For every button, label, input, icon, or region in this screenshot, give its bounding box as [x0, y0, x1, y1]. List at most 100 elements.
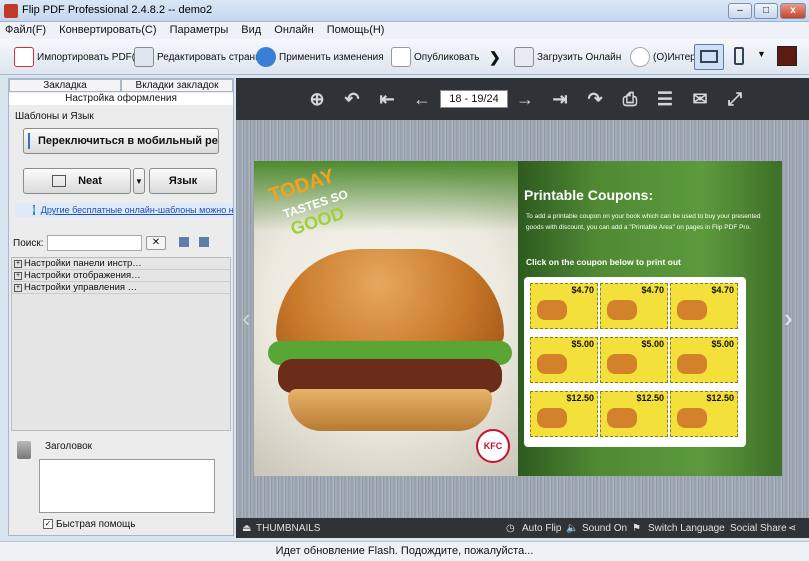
burger-top-bun: [276, 249, 504, 349]
zoom-in-icon[interactable]: ⊕: [306, 88, 328, 110]
plus-icon: +: [14, 283, 22, 292]
coupon[interactable]: $4.70: [530, 283, 598, 329]
coupon[interactable]: $5.00: [530, 337, 598, 383]
coupon[interactable]: $4.70: [600, 283, 668, 329]
menu-help[interactable]: Помощь(H): [322, 22, 390, 36]
fullscreen-icon[interactable]: ⤢: [724, 88, 746, 110]
section-title: Настройка оформления: [9, 93, 233, 105]
menu-convert[interactable]: Конвертировать(C): [54, 22, 161, 36]
chicken-image: [677, 354, 707, 374]
tree-row[interactable]: + Настройки управления …: [12, 282, 230, 294]
chevron-down-icon[interactable]: ▼: [757, 49, 766, 59]
print-icon[interactable]: ⎙: [619, 88, 641, 110]
info-icon: i: [33, 205, 35, 215]
coupon[interactable]: $5.00: [670, 337, 738, 383]
coupon[interactable]: $4.70: [670, 283, 738, 329]
coupon[interactable]: $12.50: [530, 391, 598, 437]
kfc-logo: KFC: [476, 429, 510, 463]
plus-icon: +: [14, 259, 22, 268]
templates-link-row: i Другие бесплатные онлайн-шаблоны можно…: [15, 203, 233, 217]
coupon[interactable]: $12.50: [600, 391, 668, 437]
search-input[interactable]: [47, 235, 142, 251]
menu-file[interactable]: Файл(F): [0, 22, 51, 36]
import-pdf-button[interactable]: Импортировать PDF(I): [14, 45, 141, 69]
chicken-image: [677, 408, 707, 428]
database-icon: [17, 441, 31, 459]
clear-search-button[interactable]: ✕: [146, 236, 166, 250]
prev-flip-arrow-icon[interactable]: ‹: [242, 303, 251, 334]
apply-changes-button[interactable]: Применить изменения: [256, 45, 384, 69]
menu-options[interactable]: Параметры: [165, 22, 234, 36]
upload-icon: [514, 47, 534, 67]
menu-view[interactable]: Вид: [236, 22, 266, 36]
menu-bar: Файл(F) Конвертировать(C) Параметры Вид …: [0, 22, 809, 39]
chicken-image: [677, 300, 707, 320]
desktop-view-button[interactable]: [694, 44, 724, 70]
maximize-button[interactable]: □: [754, 3, 778, 19]
quick-help-label: Быстрая помощь: [56, 519, 136, 530]
chicken-image: [537, 300, 567, 320]
mobile-mode-button[interactable]: Переключиться в мобильный режи: [23, 128, 219, 154]
templates-link[interactable]: Другие бесплатные онлайн-шаблоны можно н: [41, 205, 233, 215]
auto-flip-button[interactable]: Auto Flip: [522, 523, 561, 534]
film-icon[interactable]: [777, 46, 797, 66]
upload-online-button[interactable]: Загрузить Онлайн: [514, 45, 621, 69]
tab-bookmark-tabs[interactable]: Вкладки закладок: [121, 79, 233, 92]
search-label: Поиск:: [13, 238, 44, 249]
coupon[interactable]: $5.00: [600, 337, 668, 383]
mobile-view-icon[interactable]: [734, 47, 744, 65]
burger-patty: [278, 359, 502, 393]
redo-icon[interactable]: ↷: [584, 88, 606, 110]
tree-row[interactable]: + Настройки отображения…: [12, 270, 230, 282]
coupons-cta: Click on the coupon below to print out: [526, 257, 681, 267]
next-page-icon[interactable]: →: [514, 88, 536, 110]
window-title: Flip PDF Professional 2.4.8.2 -- demo2: [22, 4, 213, 16]
chevron-right-icon[interactable]: ❯: [489, 45, 501, 69]
close-button[interactable]: x: [780, 3, 806, 19]
template-icon: [52, 175, 67, 187]
tab-bookmark[interactable]: Закладка: [9, 79, 121, 92]
theme-button[interactable]: Neat: [23, 168, 131, 194]
sound-button[interactable]: Sound On: [582, 523, 627, 534]
app-icon: [4, 4, 18, 18]
thumbnails-eject-icon[interactable]: ⏏: [242, 523, 251, 534]
tree-row[interactable]: + Настройки панели инстр…: [12, 258, 230, 270]
chicken-image: [537, 408, 567, 428]
coupon[interactable]: $12.50: [670, 391, 738, 437]
clock-icon: ◷: [506, 523, 515, 534]
page-number-input[interactable]: 18 - 19/24: [440, 90, 508, 108]
previous-page-icon[interactable]: ←: [411, 88, 433, 110]
thumbnails-button[interactable]: THUMBNAILS: [256, 523, 320, 534]
first-page-icon[interactable]: ⇤: [376, 88, 398, 110]
menu-online[interactable]: Онлайн: [269, 22, 318, 36]
share-icon[interactable]: ⋖: [788, 523, 796, 534]
email-icon[interactable]: ✉: [689, 88, 711, 110]
table-of-contents-icon[interactable]: ☰: [654, 88, 676, 110]
edit-pages-button[interactable]: Редактировать страниць: [134, 45, 272, 69]
social-share-button[interactable]: Social Share: [730, 523, 787, 534]
theme-dropdown-chevron-icon[interactable]: ▼: [133, 168, 145, 194]
plus-icon: +: [14, 271, 22, 280]
description-textarea[interactable]: [39, 459, 215, 513]
minimize-button[interactable]: –: [728, 3, 752, 19]
internet-button[interactable]: (O)Интер: [630, 45, 696, 69]
coupon-sheet[interactable]: $4.70 $4.70 $4.70 $5.00 $5.00 $5.00 $12.…: [524, 277, 746, 447]
viewer-bottom-bar: ⏏ THUMBNAILS ◷ Auto Flip 🔈 Sound On ⚑ Sw…: [236, 518, 809, 538]
cloud-icon: [630, 47, 650, 67]
collapse-icon[interactable]: [199, 237, 209, 247]
speaker-icon: 🔈: [566, 523, 579, 534]
flag-icon: ⚑: [632, 523, 641, 534]
language-button[interactable]: Язык: [149, 168, 217, 194]
next-flip-arrow-icon[interactable]: ›: [784, 303, 793, 334]
last-page-icon[interactable]: ⇥: [549, 88, 571, 110]
quick-help-checkbox[interactable]: ✓: [43, 519, 53, 529]
expand-icon[interactable]: [179, 237, 189, 247]
monitor-icon: [700, 50, 718, 63]
switch-language-button[interactable]: Switch Language: [648, 523, 725, 534]
publish-button[interactable]: Опубликовать: [391, 45, 479, 69]
panel-tabs: Закладка Вкладки закладок: [9, 79, 233, 92]
phone-icon: [28, 133, 30, 149]
undo-icon[interactable]: ↶: [341, 88, 363, 110]
publish-icon: [391, 47, 411, 67]
viewer-toolbar: ⊕ ↶ ⇤ ← 18 - 19/24 → ⇥ ↷ ⎙ ☰ ✉ ⤢: [236, 78, 809, 120]
